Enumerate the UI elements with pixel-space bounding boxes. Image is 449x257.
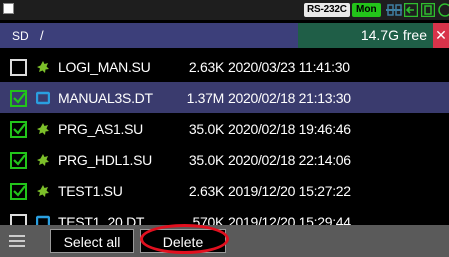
file-date: 2020/02/18 19:46:46 [228,121,351,137]
delete-highlight-ring [140,224,229,254]
file-date: 2019/12/20 15:27:22 [228,183,351,199]
file-manager-screen: RS-232C Mon SD / 14.7G free ✕ LOGI_MAN.S… [0,0,449,257]
checkbox-checked[interactable] [10,152,27,169]
data-file-icon [36,91,50,105]
file-date: 2020/02/18 21:13:30 [228,90,351,106]
file-date: 2020/02/18 22:14:06 [228,152,351,168]
file-row-selected[interactable]: MANUAL3S.DT 1.37M 2020/02/18 21:13:30 [0,82,449,113]
network-icon [386,4,402,16]
checkmark-icon [13,185,26,197]
clock-icon [438,3,449,17]
program-icon [37,61,49,73]
menu-icon[interactable] [9,235,25,247]
file-row[interactable]: TEST1.SU 2.63K 2019/12/20 15:27:22 [0,175,449,206]
checkmark-icon [13,92,26,104]
rs232c-badge: RS-232C [304,3,350,17]
checkbox[interactable] [10,59,27,76]
checkbox-checked[interactable] [10,90,27,107]
program-icon [37,123,49,135]
free-space-indicator: 14.7G free [298,23,433,48]
checkmark-icon [13,123,26,135]
window-icon [3,3,14,14]
file-row[interactable]: PRG_HDL1.SU 35.0K 2020/02/18 22:14:06 [0,144,449,175]
close-button[interactable]: ✕ [433,23,449,48]
file-size: 35.0K [188,121,224,137]
file-row[interactable]: PRG_AS1.SU 35.0K 2020/02/18 19:46:46 [0,113,449,144]
checkmark-icon [13,154,26,166]
status-bar: RS-232C Mon [0,0,449,20]
file-name: TEST1.SU [58,183,123,199]
checkbox-checked[interactable] [10,183,27,200]
file-date: 2020/03/23 11:41:30 [228,59,350,75]
program-icon [37,185,49,197]
file-size: 35.0K [188,152,224,168]
drive-label[interactable]: SD [12,29,29,43]
mon-badge: Mon [352,3,381,17]
path-separator: / [40,28,44,43]
checkbox-checked[interactable] [10,121,27,138]
file-name: PRG_HDL1.SU [58,152,152,168]
select-all-button[interactable]: Select all [50,229,134,253]
program-icon [37,154,49,166]
path-breadcrumb: SD / [0,23,298,48]
file-size: 2.63K [188,183,224,199]
path-bar: SD / 14.7G free ✕ [0,23,449,48]
connect-arrow-icon [404,3,418,17]
file-size: 2.63K [188,59,224,75]
file-name: PRG_AS1.SU [58,121,143,137]
file-name: MANUAL3S.DT [58,90,153,106]
file-row[interactable]: LOGI_MAN.SU 2.63K 2020/03/23 11:41:30 [0,51,449,82]
file-size: 1.37M [186,90,225,106]
storage-icon [421,3,435,17]
file-name: LOGI_MAN.SU [58,59,151,75]
